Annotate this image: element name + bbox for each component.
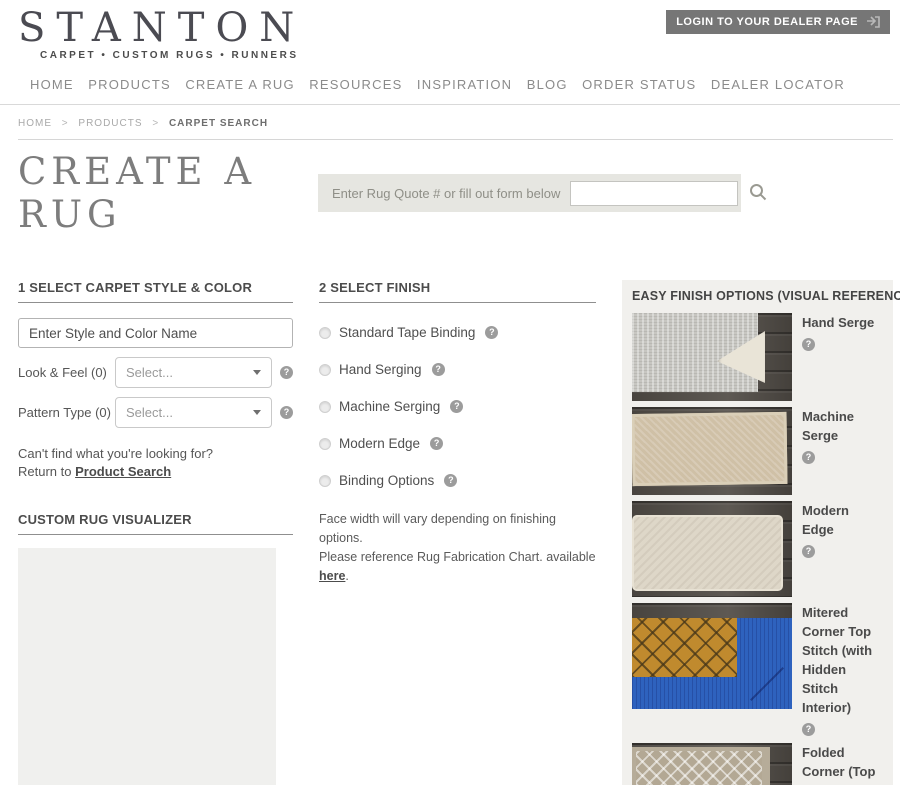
folded-corner-label: Folded Corner (Top Stitch) (802, 743, 883, 785)
hand-serging-help-icon[interactable]: ? (432, 363, 445, 376)
binding-options-help-icon[interactable]: ? (444, 474, 457, 487)
create-a-rug-page: STANTON CARPET • CUSTOM RUGS • RUNNERS L… (0, 0, 900, 785)
main-nav: HOME PRODUCTS CREATE A RUG RESOURCES INS… (0, 61, 900, 104)
easy-finish-item: Modern Edge ? (632, 501, 883, 597)
chevron-down-icon (253, 410, 261, 415)
machine-serging-help-icon[interactable]: ? (450, 400, 463, 413)
finish-option-row: Modern Edge ? (319, 436, 596, 451)
folded-corner-image (632, 743, 792, 785)
product-search-link[interactable]: Product Search (75, 464, 171, 479)
chevron-down-icon (253, 370, 261, 375)
hand-serge-help-icon[interactable]: ? (802, 338, 815, 351)
easy-finish-item: Machine Serge ? (632, 407, 883, 495)
breadcrumb-home[interactable]: HOME (18, 118, 52, 129)
rug-quote-label: Enter Rug Quote # or fill out form below (332, 186, 560, 201)
rug-quote-search-panel: Enter Rug Quote # or fill out form below (318, 174, 741, 212)
finish-column: 2 SELECT FINISH Standard Tape Binding ? … (319, 280, 596, 586)
logo-tagline: CARPET • CUSTOM RUGS • RUNNERS (40, 50, 890, 61)
finish-note-suffix: . (345, 569, 348, 583)
stanton-logo[interactable]: STANTON (18, 6, 305, 50)
nav-products[interactable]: PRODUCTS (88, 77, 171, 92)
modern-edge-radio[interactable] (319, 438, 331, 450)
machine-serge-label: Machine Serge (802, 407, 883, 445)
search-icon (748, 182, 768, 205)
breadcrumb-carpet-search: CARPET SEARCH (169, 118, 268, 129)
not-found-prefix: Return to (18, 464, 75, 479)
mitered-corner-label: Mitered Corner Top Stitch (with Hidden S… (802, 603, 883, 717)
finish-note: Face width will vary depending on finish… (319, 510, 596, 586)
breadcrumb-separator: > (152, 118, 159, 129)
style-section-heading: 1 SELECT CARPET STYLE & COLOR (18, 280, 293, 303)
pattern-type-row: Pattern Type (0) Select... ? (18, 397, 293, 428)
nav-inspiration[interactable]: INSPIRATION (417, 77, 512, 92)
look-feel-select[interactable]: Select... (115, 357, 272, 388)
mitered-corner-help-icon[interactable]: ? (802, 723, 815, 736)
mitered-corner-image (632, 603, 792, 709)
modern-edge-label[interactable]: Modern Edge (339, 436, 420, 451)
main-content: 1 SELECT CARPET STYLE & COLOR Look & Fee… (18, 280, 893, 785)
finish-option-row: Machine Serging ? (319, 399, 596, 414)
pattern-type-help-icon[interactable]: ? (280, 406, 293, 419)
machine-serge-image (632, 407, 792, 495)
pattern-type-label: Pattern Type (0) (18, 405, 115, 420)
site-header: STANTON CARPET • CUSTOM RUGS • RUNNERS L… (0, 0, 900, 61)
nav-home[interactable]: HOME (30, 77, 74, 92)
login-dealer-label: LOGIN TO YOUR DEALER PAGE (676, 16, 858, 28)
easy-finish-panel: EASY FINISH OPTIONS (VISUAL REFERENCE) H… (622, 280, 893, 785)
finish-option-row: Hand Serging ? (319, 362, 596, 377)
hand-serge-label: Hand Serge (802, 313, 883, 332)
rug-quote-search-button[interactable] (748, 182, 768, 205)
not-found-text: Can't find what you're looking for? Retu… (18, 445, 293, 481)
fabrication-chart-link[interactable]: here (319, 569, 345, 583)
custom-rug-visualizer-canvas (18, 548, 276, 785)
hand-serging-label[interactable]: Hand Serging (339, 362, 422, 377)
modern-edge-help-icon[interactable]: ? (802, 545, 815, 558)
pattern-type-select-value: Select... (126, 405, 173, 420)
rug-quote-input[interactable] (570, 181, 738, 206)
finish-section-heading: 2 SELECT FINISH (319, 280, 596, 303)
login-icon (866, 16, 880, 28)
hand-serging-radio[interactable] (319, 364, 331, 376)
login-dealer-button[interactable]: LOGIN TO YOUR DEALER PAGE (666, 10, 890, 34)
binding-options-label[interactable]: Binding Options (339, 473, 434, 488)
modern-edge-help-icon[interactable]: ? (430, 437, 443, 450)
finish-option-row: Binding Options ? (319, 473, 596, 488)
look-feel-label: Look & Feel (0) (18, 365, 115, 380)
page-title: CREATE A RUG (18, 150, 318, 236)
visualizer-heading: CUSTOM RUG VISUALIZER (18, 512, 293, 535)
breadcrumb: HOME > PRODUCTS > CARPET SEARCH (18, 105, 893, 140)
breadcrumb-separator: > (62, 118, 69, 129)
style-color-input[interactable] (18, 318, 293, 348)
hand-serge-image (632, 313, 792, 401)
nav-create-a-rug[interactable]: CREATE A RUG (185, 77, 295, 92)
standard-tape-binding-radio[interactable] (319, 327, 331, 339)
finish-note-line1: Face width will vary depending on finish… (319, 510, 596, 548)
standard-tape-binding-label[interactable]: Standard Tape Binding (339, 325, 475, 340)
nav-order-status[interactable]: ORDER STATUS (582, 77, 696, 92)
nav-blog[interactable]: BLOG (527, 77, 568, 92)
easy-finish-heading: EASY FINISH OPTIONS (VISUAL REFERENCE) (632, 289, 883, 303)
machine-serging-label[interactable]: Machine Serging (339, 399, 440, 414)
binding-options-radio[interactable] (319, 475, 331, 487)
not-found-line1: Can't find what you're looking for? (18, 445, 293, 463)
finish-note-line2: Please reference Rug Fabrication Chart. … (319, 550, 596, 564)
easy-finish-item: Folded Corner (Top Stitch) ? (632, 743, 883, 785)
modern-edge-label: Modern Edge (802, 501, 883, 539)
look-feel-select-value: Select... (126, 365, 173, 380)
look-feel-help-icon[interactable]: ? (280, 366, 293, 379)
title-row: CREATE A RUG Enter Rug Quote # or fill o… (18, 150, 892, 236)
finish-option-row: Standard Tape Binding ? (319, 325, 596, 340)
easy-finish-item: Mitered Corner Top Stitch (with Hidden S… (632, 603, 883, 737)
machine-serge-help-icon[interactable]: ? (802, 451, 815, 464)
nav-dealer-locator[interactable]: DEALER LOCATOR (711, 77, 845, 92)
look-feel-row: Look & Feel (0) Select... ? (18, 357, 293, 388)
breadcrumb-products[interactable]: PRODUCTS (78, 118, 142, 129)
machine-serging-radio[interactable] (319, 401, 331, 413)
pattern-type-select[interactable]: Select... (115, 397, 272, 428)
easy-finish-item: Hand Serge ? (632, 313, 883, 401)
standard-tape-binding-help-icon[interactable]: ? (485, 326, 498, 339)
nav-resources[interactable]: RESOURCES (309, 77, 402, 92)
modern-edge-image (632, 501, 792, 597)
style-color-column: 1 SELECT CARPET STYLE & COLOR Look & Fee… (18, 280, 293, 785)
